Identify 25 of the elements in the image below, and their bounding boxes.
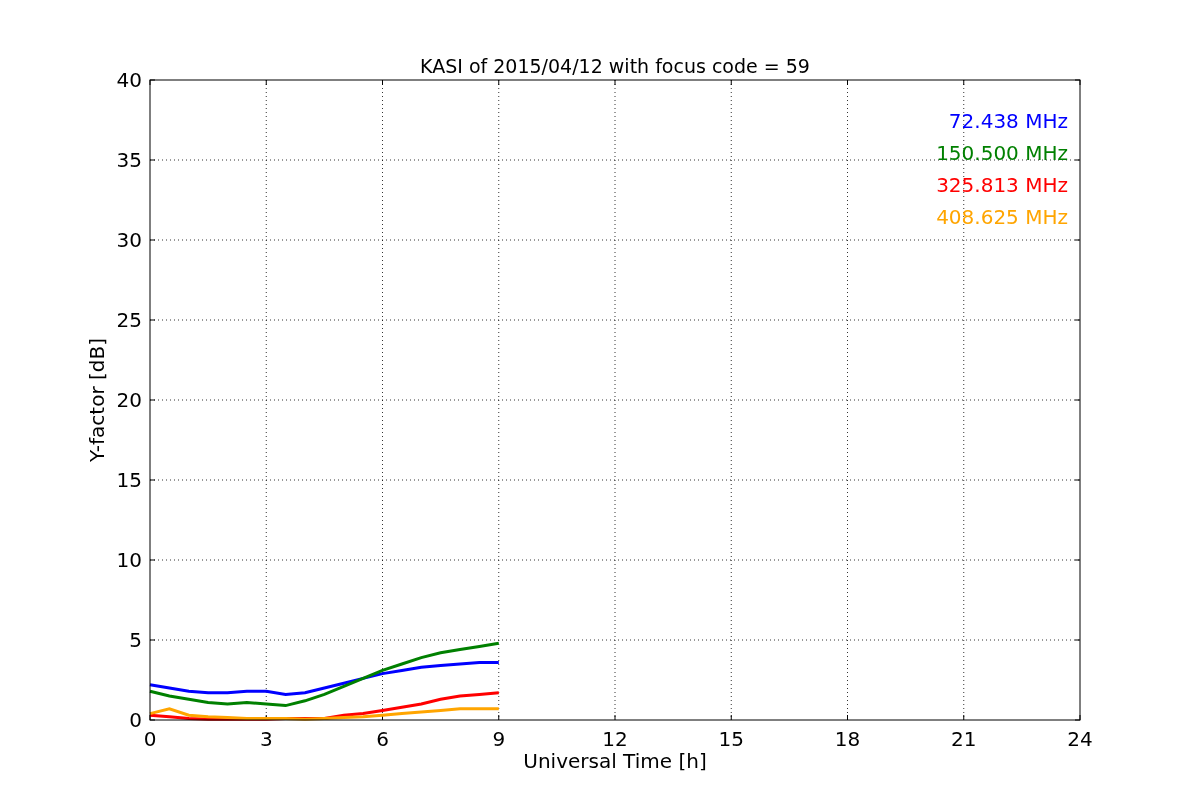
tick-label: 15	[718, 727, 744, 751]
tick-label: 20	[116, 388, 142, 412]
legend-label: 150.500 MHz	[936, 141, 1068, 165]
chart-title: KASI of 2015/04/12 with focus code = 59	[420, 55, 810, 77]
tick-label: 9	[492, 727, 506, 751]
legend-label: 408.625 MHz	[936, 205, 1068, 229]
tick-label: 0	[129, 708, 142, 732]
x-axis-label: Universal Time [h]	[523, 749, 707, 773]
tick-label: 24	[1067, 727, 1093, 751]
tick-label: 10	[116, 548, 142, 572]
tick-label: 6	[376, 727, 389, 751]
tick-label: 18	[834, 727, 861, 751]
tick-label: 5	[129, 628, 142, 652]
tick-label: 40	[116, 68, 142, 92]
y-axis-label: Y-factor [dB]	[85, 338, 109, 462]
tick-label: 3	[259, 727, 273, 751]
tick-label: 35	[116, 148, 142, 172]
legend-label: 325.813 MHz	[936, 173, 1068, 197]
tick-label: 30	[116, 228, 142, 252]
tick-label: 25	[116, 308, 142, 332]
tick-label: 15	[116, 468, 142, 492]
tick-label: 21	[951, 727, 977, 751]
tick-label: 0	[143, 727, 157, 751]
tick-label: 12	[602, 727, 628, 751]
legend-label: 72.438 MHz	[948, 109, 1068, 133]
